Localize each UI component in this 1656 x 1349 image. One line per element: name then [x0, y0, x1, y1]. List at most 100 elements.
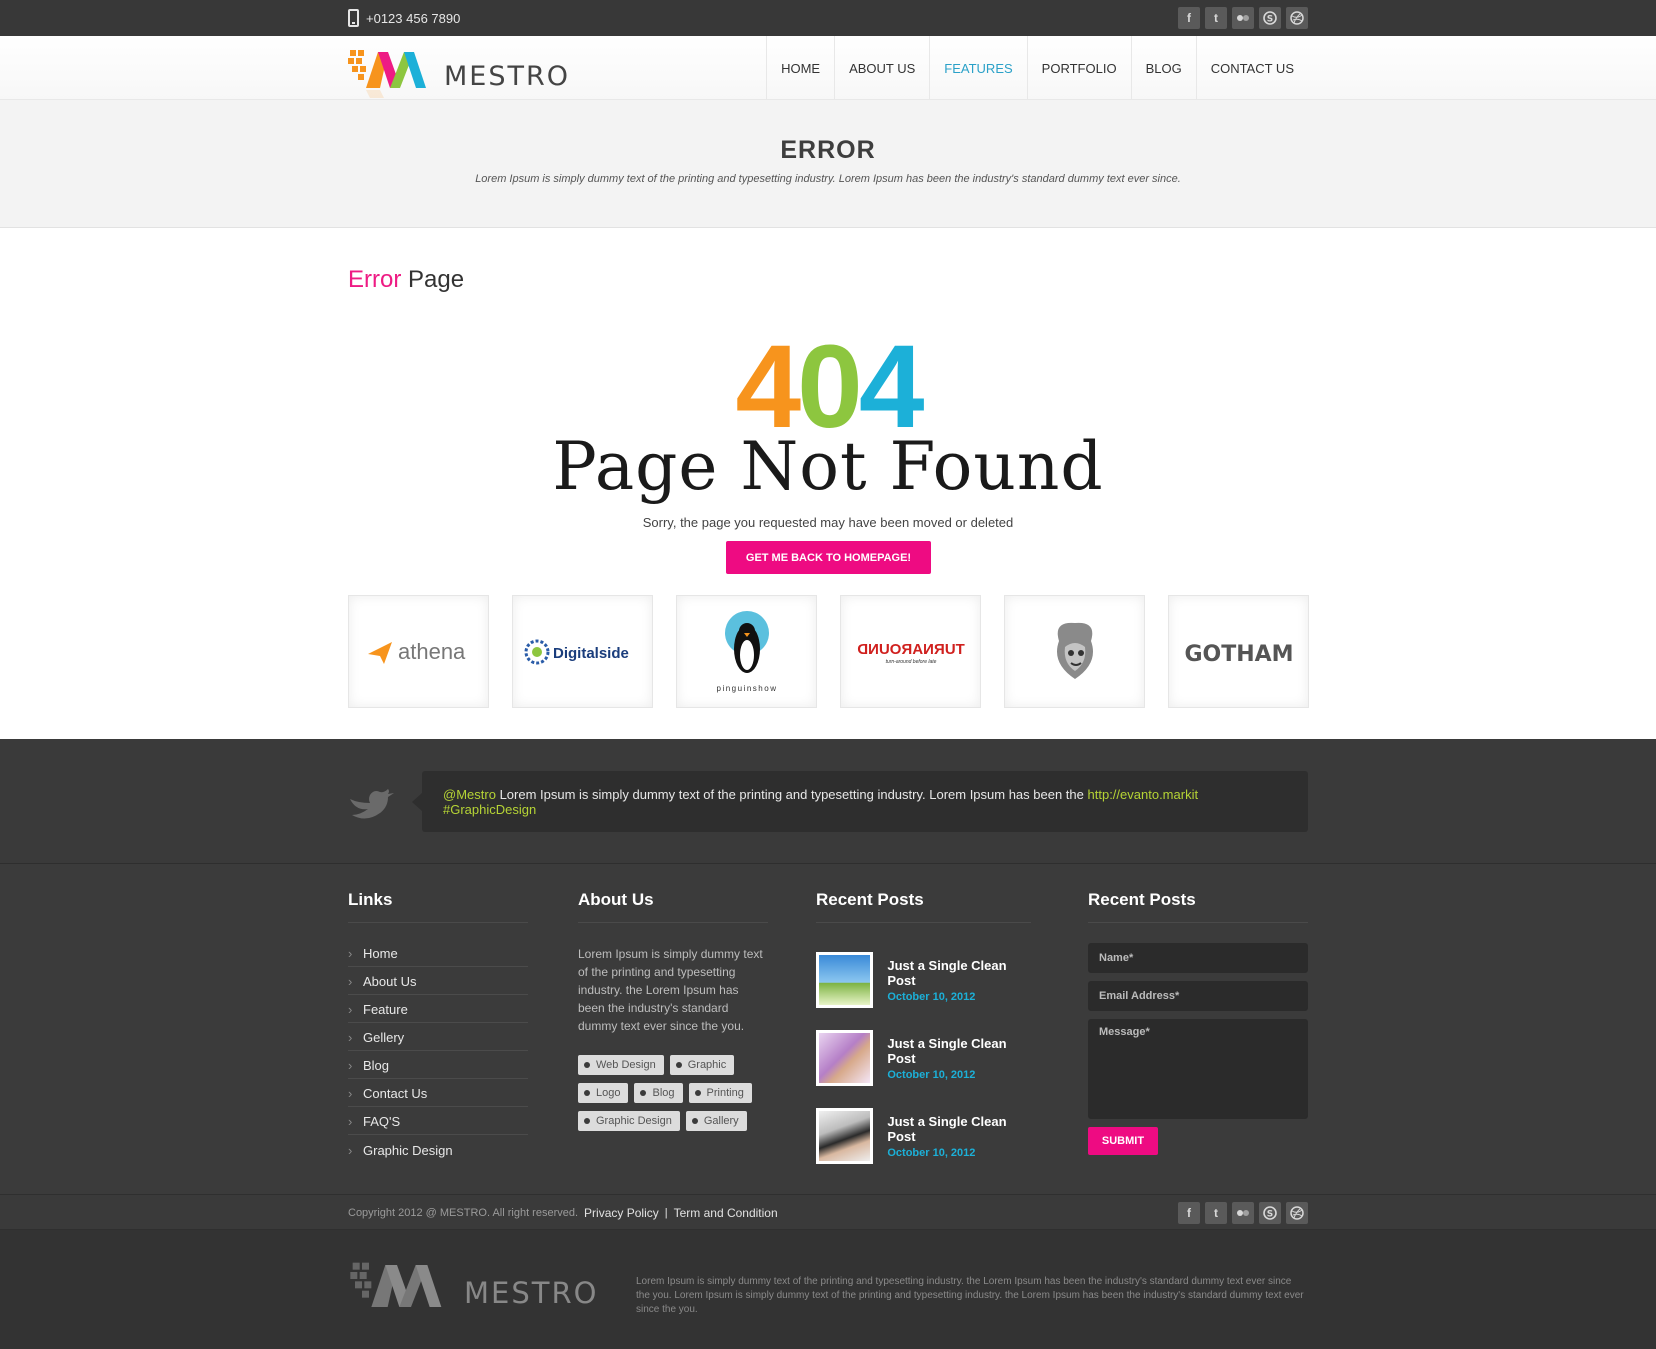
chevron-right-icon: ›: [348, 1002, 353, 1017]
tag-gallery[interactable]: Gallery: [685, 1111, 747, 1131]
contact-form: Name* Email Address* Message* SUBMIT: [1088, 943, 1308, 1155]
link-separator: |: [664, 1207, 668, 1219]
client-logo-pinguinshow[interactable]: pinguinshow: [676, 595, 817, 708]
post-title[interactable]: Just a Single Clean Post: [887, 958, 1031, 988]
twitter-bird-icon: [350, 789, 394, 819]
twitter-icon[interactable]: t: [1205, 1202, 1227, 1224]
not-found-headline: Page Not Found: [552, 428, 1104, 505]
footer-about-text: Lorem Ipsum is simply dummy text of the …: [578, 947, 763, 1033]
post-thumbnail[interactable]: [816, 1030, 874, 1086]
logo-mark-icon: [350, 1262, 442, 1307]
footer-link-contact-us[interactable]: › Contact Us: [348, 1079, 528, 1107]
twitter-icon[interactable]: t: [1205, 7, 1227, 29]
section-title-accent: Error: [348, 266, 402, 293]
nav-features[interactable]: FEATURES: [929, 36, 1026, 100]
copyright: Copyright 2012 @ MESTRO. All right reser…: [348, 1206, 778, 1220]
post-thumbnail[interactable]: [816, 1108, 874, 1164]
tweet-text: Lorem Ipsum is simply dummy text of the …: [499, 786, 1084, 802]
dribbble-icon[interactable]: [1286, 1202, 1308, 1224]
skype-icon[interactable]: S: [1259, 1202, 1281, 1224]
client-logo-athena[interactable]: athena: [348, 595, 489, 708]
nav-about-us[interactable]: ABOUT US: [834, 36, 929, 100]
client-logo-digitalside[interactable]: Digitalside: [512, 595, 653, 708]
footer-link-feature[interactable]: › Feature: [348, 995, 528, 1023]
email-input[interactable]: Email Address*: [1088, 981, 1308, 1011]
nav-portfolio[interactable]: PORTFOLIO: [1026, 36, 1131, 100]
footer-about-column: About Us Lorem Ipsum is simply dummy tex…: [578, 890, 768, 1131]
footer-description: Lorem Ipsum is simply dummy text of the …: [636, 1276, 1304, 1315]
footer-recent-posts-column: Recent Posts Just a Single Clean Post Oc…: [816, 890, 1031, 1175]
nav-home[interactable]: HOME: [766, 36, 834, 100]
tag-logo[interactable]: Logo: [578, 1083, 629, 1103]
footer-link-blog[interactable]: › Blog: [348, 1051, 528, 1079]
tweet-box: @Mestro Lorem Ipsum is simply dummy text…: [412, 771, 1308, 832]
copyright-text: Copyright 2012 @ MESTRO. All right reser…: [348, 1207, 579, 1219]
skype-icon[interactable]: S: [1259, 7, 1281, 29]
dribbble-icon[interactable]: [1286, 7, 1308, 29]
tag-graphic[interactable]: Graphic: [669, 1055, 735, 1075]
footer-posts-title: Recent Posts: [816, 890, 1031, 923]
facebook-icon[interactable]: f: [1178, 1202, 1200, 1224]
message-textarea[interactable]: Message*: [1088, 1019, 1308, 1119]
tag-graphic-design[interactable]: Graphic Design: [578, 1111, 680, 1131]
submit-button[interactable]: SUBMIT: [1088, 1127, 1158, 1155]
client-logos: athena Digitalside pinguinshow TURNAROUN…: [348, 595, 1309, 708]
tag-cloud: Web Design Graphic Logo Blog Printing Gr…: [578, 1055, 768, 1131]
twitter-feed: @Mestro Lorem Ipsum is simply dummy text…: [0, 739, 1656, 864]
footer-link-faqs[interactable]: › FAQ'S: [348, 1107, 528, 1135]
phone-icon: [348, 9, 359, 27]
top-bar: +0123 456 7890 f t S: [0, 0, 1656, 36]
client-logo-mascot[interactable]: [1004, 595, 1145, 708]
footer-links-list: › Home › About Us › Feature › Gellery › Blog …: [348, 939, 528, 1163]
section-title: Error Page: [348, 266, 464, 294]
client-logo-turnaround[interactable]: TURNAROUND turn-around before late: [840, 595, 981, 708]
client-tagline-turnaround: turn-around before late: [885, 659, 936, 665]
site-logo[interactable]: MESTRO: [348, 46, 570, 106]
flickr-icon[interactable]: [1232, 7, 1254, 29]
main-nav: HOME ABOUT US FEATURES PORTFOLIO BLOG CO…: [766, 36, 1308, 100]
client-logo-gotham[interactable]: GOTHAM: [1168, 595, 1309, 708]
tweet-handle[interactable]: @Mestro: [443, 787, 496, 802]
name-input[interactable]: Name*: [1088, 943, 1308, 973]
footer-link-gellery[interactable]: › Gellery: [348, 1023, 528, 1051]
post-thumbnail[interactable]: [816, 952, 874, 1008]
privacy-policy-link[interactable]: Privacy Policy: [584, 1206, 659, 1220]
tweet-hashtag[interactable]: #GraphicDesign: [443, 802, 536, 817]
footer-link-home[interactable]: › Home: [348, 939, 528, 967]
nav-blog[interactable]: BLOG: [1130, 36, 1196, 100]
chevron-right-icon: ›: [348, 1030, 353, 1045]
client-name-turnaround: TURNAROUND: [857, 641, 965, 658]
recent-post[interactable]: Just a Single Clean Post October 10, 201…: [816, 1019, 1031, 1097]
tag-web-design[interactable]: Web Design: [578, 1055, 664, 1075]
recent-posts-list: Just a Single Clean Post October 10, 201…: [816, 941, 1031, 1175]
terms-link[interactable]: Term and Condition: [674, 1206, 778, 1220]
footer-links-title: Links: [348, 890, 528, 923]
footer-logo[interactable]: MESTRO: [348, 1258, 598, 1328]
footer-social-links: f t S: [1178, 1202, 1308, 1224]
svg-text:S: S: [1267, 1210, 1273, 1220]
footer-contact-column: Recent Posts Name* Email Address* Messag…: [1088, 890, 1308, 1155]
main-content: Error Page 404 Page Not Found Sorry, the…: [0, 228, 1656, 739]
footer-about-title: About Us: [578, 890, 768, 923]
back-to-home-button[interactable]: GET ME BACK TO HOMEPAGE!: [726, 541, 931, 574]
nav-contact-us[interactable]: CONTACT US: [1195, 36, 1308, 100]
client-name-pinguinshow: pinguinshow: [716, 684, 777, 693]
footer-link-graphic-design[interactable]: › Graphic Design: [348, 1135, 528, 1163]
mascot-icon: [1056, 622, 1093, 679]
social-links: f t S: [1178, 7, 1308, 29]
flickr-icon[interactable]: [1232, 1202, 1254, 1224]
facebook-icon[interactable]: f: [1178, 7, 1200, 29]
svg-text:S: S: [1267, 15, 1273, 25]
footer-form-title: Recent Posts: [1088, 890, 1308, 923]
recent-post[interactable]: Just a Single Clean Post October 10, 201…: [816, 941, 1031, 1019]
tag-printing[interactable]: Printing: [688, 1083, 752, 1103]
post-title[interactable]: Just a Single Clean Post: [887, 1114, 1031, 1144]
page-title: ERROR: [780, 136, 876, 164]
footer-link-about-us[interactable]: › About Us: [348, 967, 528, 995]
recent-post[interactable]: Just a Single Clean Post October 10, 201…: [816, 1097, 1031, 1175]
post-title[interactable]: Just a Single Clean Post: [887, 1036, 1031, 1066]
chevron-right-icon: ›: [348, 974, 353, 989]
tweet-link[interactable]: http://evanto.markit: [1088, 787, 1199, 802]
chevron-right-icon: ›: [348, 946, 353, 961]
tag-blog[interactable]: Blog: [634, 1083, 683, 1103]
